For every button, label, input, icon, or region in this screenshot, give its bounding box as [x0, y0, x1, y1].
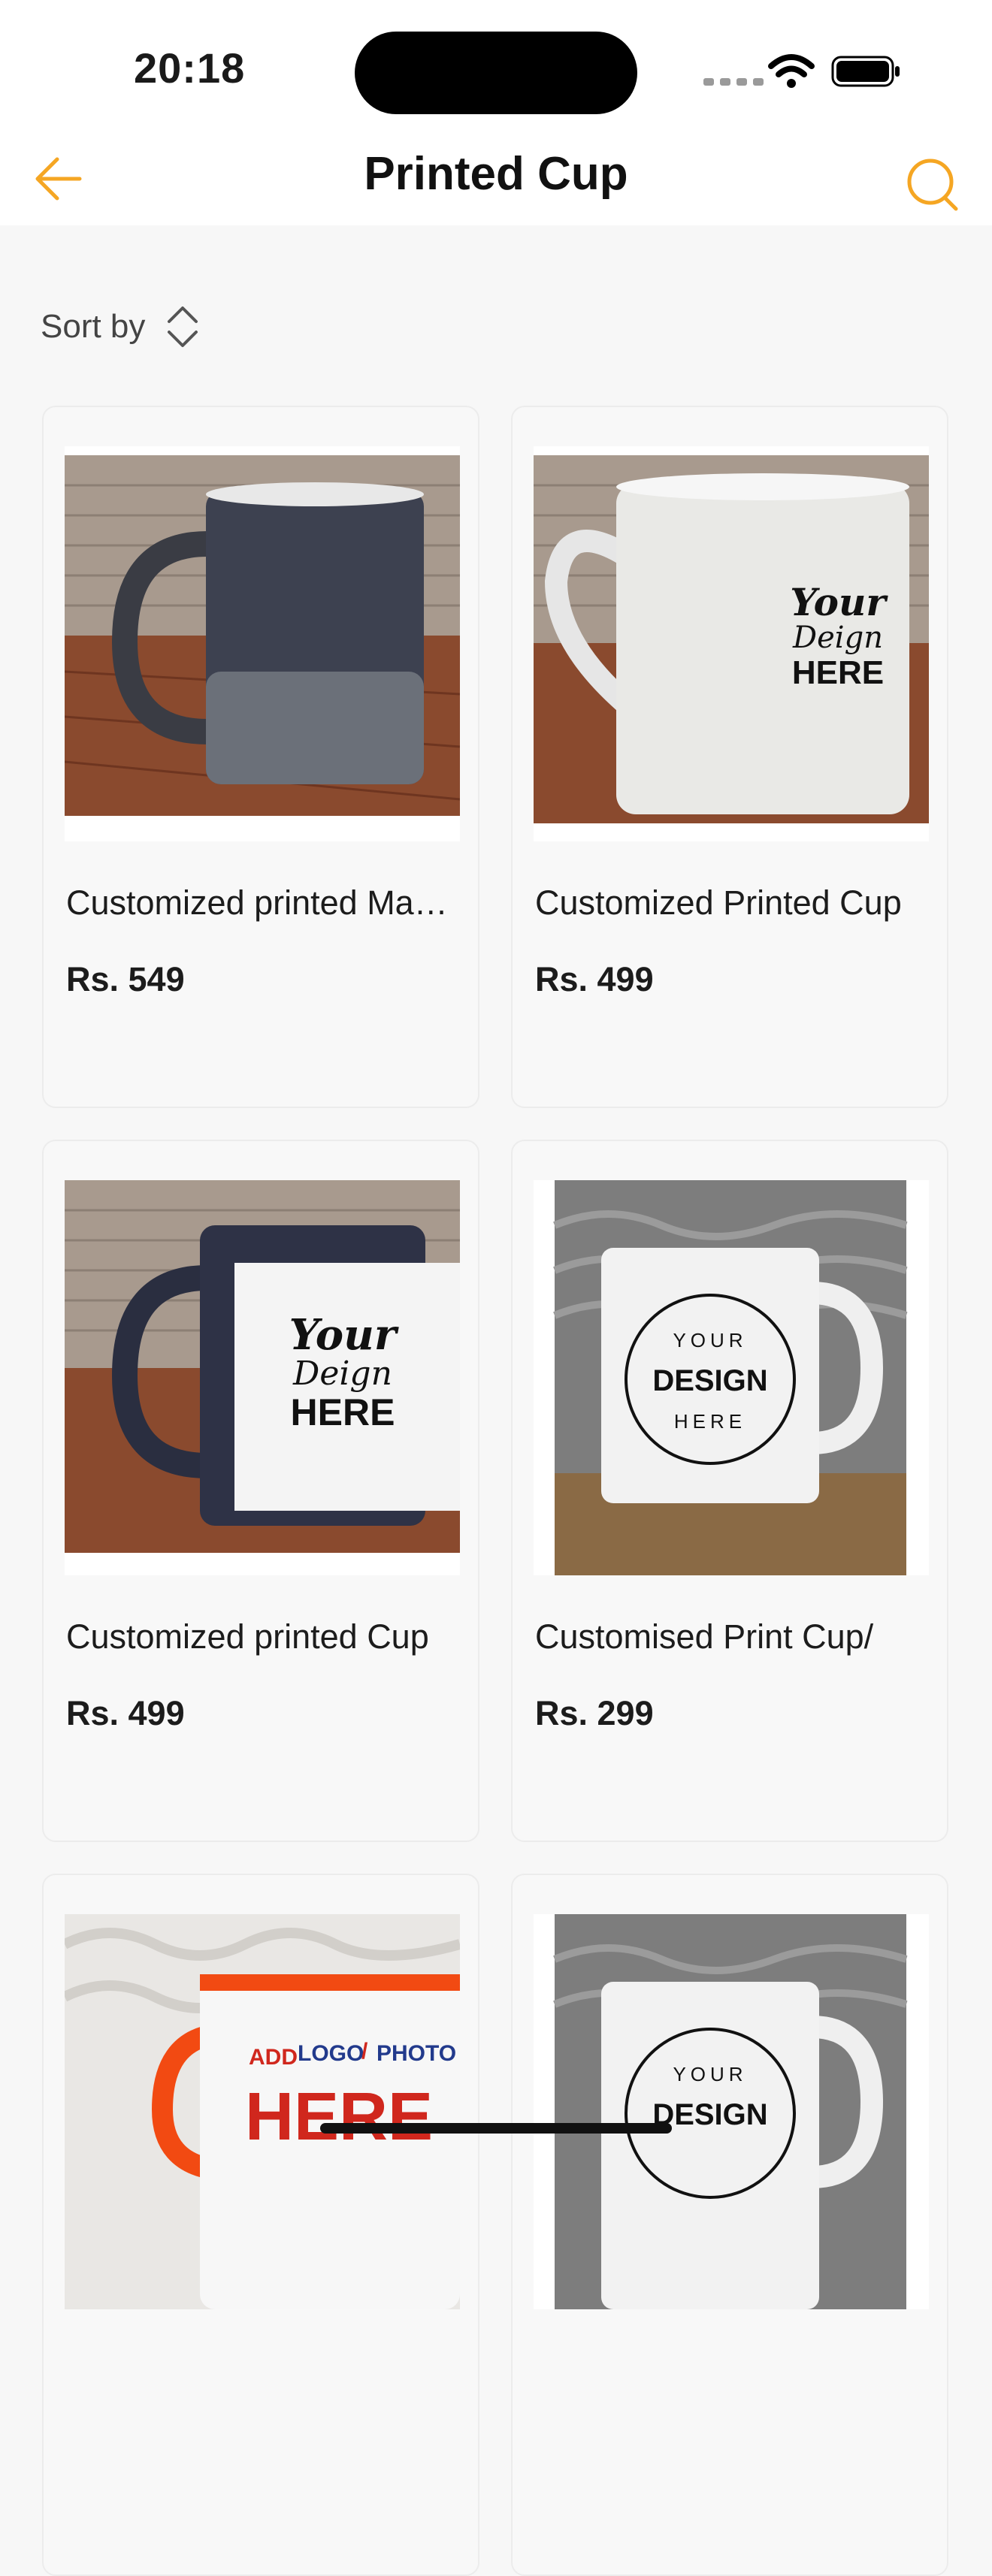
product-image[interactable]: Your Deign HERE [534, 446, 929, 841]
product-card[interactable]: Customized printed Magic Cup Rs. 549 [42, 406, 479, 1108]
home-indicator[interactable] [320, 2123, 672, 2134]
search-icon[interactable] [902, 153, 962, 213]
product-image[interactable] [65, 446, 460, 841]
sort-label: Sort by [41, 308, 146, 345]
product-card[interactable]: Your Deign HERE Customized printed Cup R… [42, 1140, 479, 1842]
status-time: 20:18 [134, 44, 246, 92]
product-card[interactable]: YOUR DESIGN HERE Customised Print Cup/ R… [511, 1140, 948, 1842]
product-price: Rs. 549 [66, 960, 185, 998]
product-image[interactable]: ADD LOGO / PHOTO HERE [65, 1914, 460, 2309]
product-name: Customized Printed Cup [535, 883, 902, 922]
mug-print-text: HERE [792, 654, 884, 691]
mug-print-text: Your [289, 1310, 399, 1360]
page-title: Printed Cup [364, 148, 628, 200]
mug-print-text: DESIGN [652, 1364, 767, 1397]
mug-print-text: Your [790, 580, 888, 624]
mug-print-text: PHOTO [377, 2041, 456, 2066]
battery-icon [831, 56, 900, 87]
product-card[interactable]: ADD LOGO / PHOTO HERE [42, 1874, 479, 2576]
mug-print-text: Deign [292, 1354, 392, 1393]
product-image[interactable]: YOUR DESIGN HERE [534, 1180, 929, 1575]
product-price: Rs. 499 [66, 1694, 185, 1732]
mug-print-text: HERE [291, 1391, 395, 1433]
wifi-icon [768, 54, 815, 88]
product-name: Customised Print Cup/ [535, 1617, 874, 1656]
mug-print-text: YOUR [673, 2063, 747, 2085]
product-price: Rs. 299 [535, 1694, 654, 1732]
mug-print-text: LOGO [298, 2041, 364, 2066]
mug-print-text: YOUR [673, 1329, 747, 1351]
product-card[interactable]: YOUR DESIGN [511, 1874, 948, 2576]
product-name: Customized printed Magic Cup [66, 883, 457, 922]
top-bar: 20:18 Printed Cup [0, 0, 992, 225]
mug-print-text: HERE [245, 2079, 433, 2155]
mug-print-text: / [361, 2039, 368, 2064]
mug-print-text: Deign [792, 621, 883, 655]
sort-control[interactable]: Sort by [41, 304, 201, 350]
product-name: Customized printed Cup [66, 1617, 429, 1656]
product-price: Rs. 499 [535, 960, 654, 998]
product-image[interactable]: YOUR DESIGN [534, 1914, 929, 2309]
product-card[interactable]: Your Deign HERE Customized Printed Cup R… [511, 406, 948, 1108]
cellular-signal-icon [703, 78, 764, 86]
product-image[interactable]: Your Deign HERE [65, 1180, 460, 1575]
mug-print-text: ADD [249, 2045, 298, 2070]
dynamic-island [355, 32, 637, 114]
mug-print-text: HERE [674, 1410, 746, 1433]
sort-chevrons-icon [168, 307, 198, 347]
